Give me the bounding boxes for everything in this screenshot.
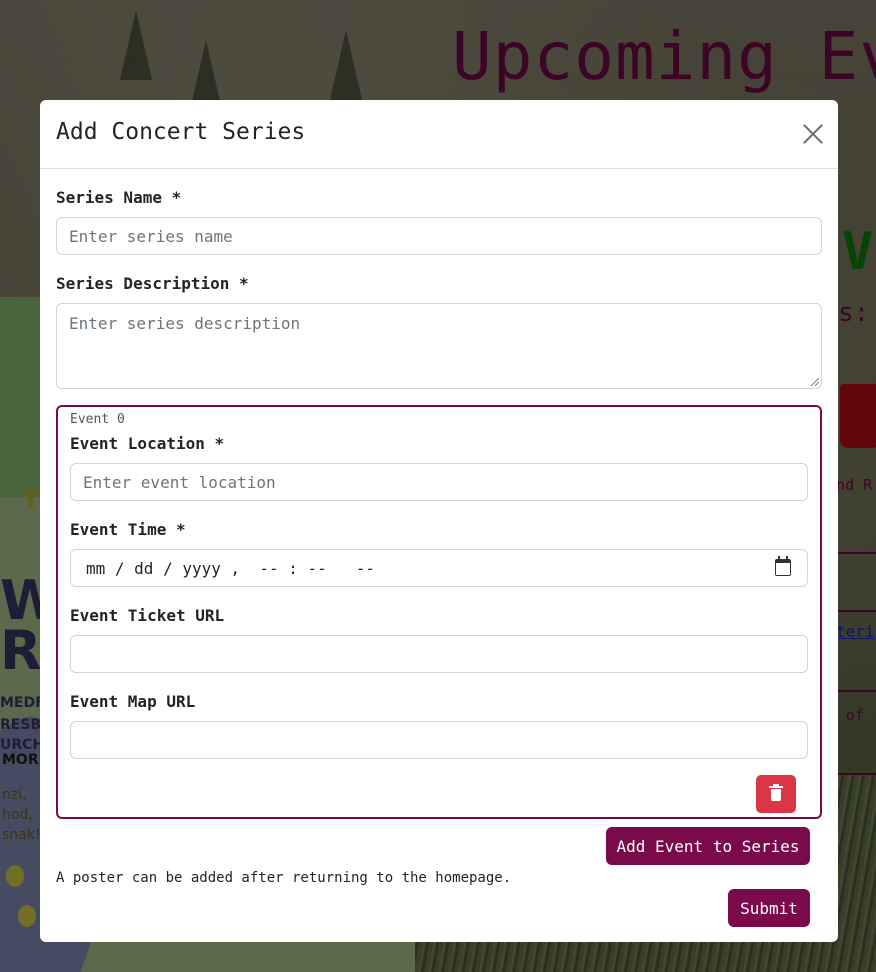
- series-description-placeholder: Enter series description: [69, 314, 301, 333]
- event-location-input[interactable]: Enter event location: [70, 463, 808, 501]
- event-ticket-url-label: Event Ticket URL: [70, 606, 225, 625]
- event-time-input[interactable]: mm / dd / yyyy , -- : -- --: [70, 549, 808, 587]
- poster-note: A poster can be added after returning to…: [56, 870, 512, 886]
- delete-event-button[interactable]: [756, 775, 796, 813]
- event-ticket-url-input[interactable]: [70, 635, 808, 673]
- event-time-label: Event Time *: [70, 520, 186, 539]
- series-description-label: Series Description *: [56, 274, 249, 293]
- event-map-url-input[interactable]: [70, 721, 808, 759]
- add-concert-series-modal: Add Concert Series Series Name * Enter s…: [40, 100, 838, 942]
- modal-header: Add Concert Series: [40, 100, 838, 169]
- event-location-label: Event Location *: [70, 434, 225, 453]
- event-time-value: mm / dd / yyyy , -- : -- --: [86, 558, 375, 578]
- submit-button[interactable]: Submit: [728, 889, 810, 927]
- series-name-label: Series Name *: [56, 188, 182, 207]
- add-event-to-series-button[interactable]: Add Event to Series: [606, 827, 810, 865]
- series-name-input[interactable]: Enter series name: [56, 217, 822, 255]
- event-legend: Event 0: [70, 412, 125, 427]
- resize-handle-icon[interactable]: [811, 378, 819, 386]
- close-icon[interactable]: [802, 123, 824, 145]
- event-map-url-label: Event Map URL: [70, 692, 196, 711]
- event-fieldset: Event 0 Event Location * Enter event loc…: [56, 405, 822, 819]
- series-description-textarea[interactable]: Enter series description: [56, 303, 822, 389]
- trash-icon: [769, 784, 783, 801]
- modal-title: Add Concert Series: [56, 119, 306, 145]
- calendar-icon[interactable]: [775, 556, 791, 576]
